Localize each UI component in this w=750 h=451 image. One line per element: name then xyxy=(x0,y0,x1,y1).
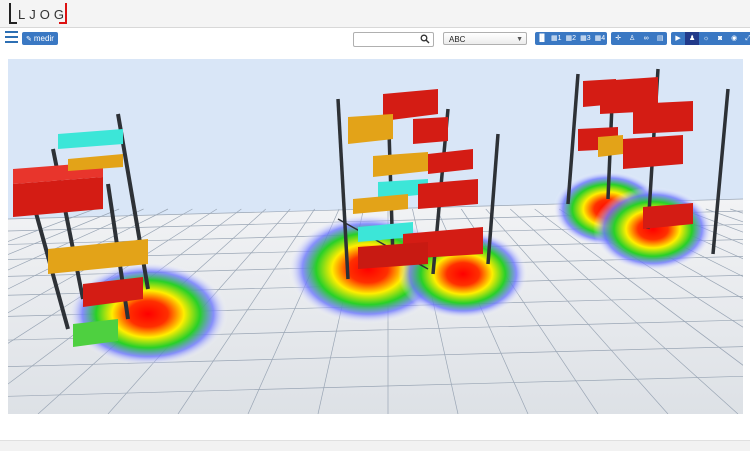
pallet-red xyxy=(633,101,693,134)
medir-label: medir xyxy=(33,34,54,43)
pallet-red xyxy=(428,149,473,174)
chevron-down-icon: ▼ xyxy=(516,36,523,43)
link-icon[interactable]: ∞ xyxy=(639,32,653,45)
walk-icon[interactable]: ♟ xyxy=(685,32,700,45)
search-box xyxy=(353,32,434,47)
pallet-cyan xyxy=(58,129,123,149)
grid-3-label: 3 xyxy=(586,35,591,42)
medir-button[interactable]: ✎ medir xyxy=(22,32,58,45)
book-icon[interactable]: ▤ xyxy=(653,32,667,45)
move-icon[interactable]: ✛ xyxy=(611,32,625,45)
logo[interactable]: LJOG xyxy=(9,3,67,24)
view-toolbar: ▐▌ ▦1 ▦2 ▦3 ▦4 ✛ ♙ ∞ ▤ ▶ ♟ ☼ ◙ ◉ ⤢ xyxy=(535,32,750,45)
search-icon[interactable] xyxy=(420,34,430,44)
person-icon[interactable]: ♙ xyxy=(625,32,639,45)
pallet-yellow xyxy=(348,114,393,144)
logo-left-bracket xyxy=(9,3,17,24)
grid-2-label: 2 xyxy=(572,35,577,42)
pencil-icon: ✎ xyxy=(26,36,32,43)
tool-buttons-group: ✛ ♙ ∞ ▤ xyxy=(611,32,668,45)
grid-1-label: 1 xyxy=(557,35,562,42)
pallet-yellow xyxy=(598,135,623,157)
pallet-red xyxy=(418,179,478,209)
toolbar: ✎ medir ABC ▼ ▐▌ ▦1 ▦2 ▦3 ▦4 ✛ ♙ ∞ ▤ ▶ ♟ … xyxy=(0,28,750,52)
view-buttons-group: ▐▌ ▦1 ▦2 ▦3 ▦4 xyxy=(535,32,608,45)
logo-right-bracket xyxy=(59,3,67,24)
pallet-red xyxy=(413,117,448,144)
grid-1-button[interactable]: ▦1 xyxy=(549,32,564,45)
camera-icon[interactable]: ◙ xyxy=(713,32,727,45)
grid-2-button[interactable]: ▦2 xyxy=(564,32,579,45)
eye-icon[interactable]: ◉ xyxy=(727,32,741,45)
rack-center[interactable] xyxy=(336,89,500,280)
grid-4-button[interactable]: ▦4 xyxy=(593,32,608,45)
play-icon[interactable]: ▶ xyxy=(671,32,685,45)
layer-select[interactable]: ABC ▼ xyxy=(443,32,527,45)
top-bar: LJOG xyxy=(0,0,750,28)
search-input[interactable] xyxy=(356,33,416,45)
pallet-yellow xyxy=(373,152,428,177)
bulb-icon[interactable]: ☼ xyxy=(699,32,713,45)
layer-select-value: ABC xyxy=(449,35,466,44)
heatmap-zone xyxy=(593,187,713,271)
bar-chart-icon[interactable]: ▐▌ xyxy=(535,32,549,45)
pallet-red xyxy=(623,135,683,169)
grid-3-button[interactable]: ▦3 xyxy=(578,32,593,45)
warehouse-scene xyxy=(8,68,743,414)
pallet-yellow xyxy=(68,154,123,171)
footer-bar xyxy=(0,440,750,451)
expand-icon[interactable]: ⤢ xyxy=(741,32,750,45)
grid-4-label: 4 xyxy=(601,35,606,42)
media-buttons-group: ▶ ♟ ☼ ◙ ◉ ⤢ xyxy=(671,32,750,45)
3d-warehouse-viewport[interactable] xyxy=(8,59,743,414)
hamburger-icon[interactable] xyxy=(5,31,18,43)
